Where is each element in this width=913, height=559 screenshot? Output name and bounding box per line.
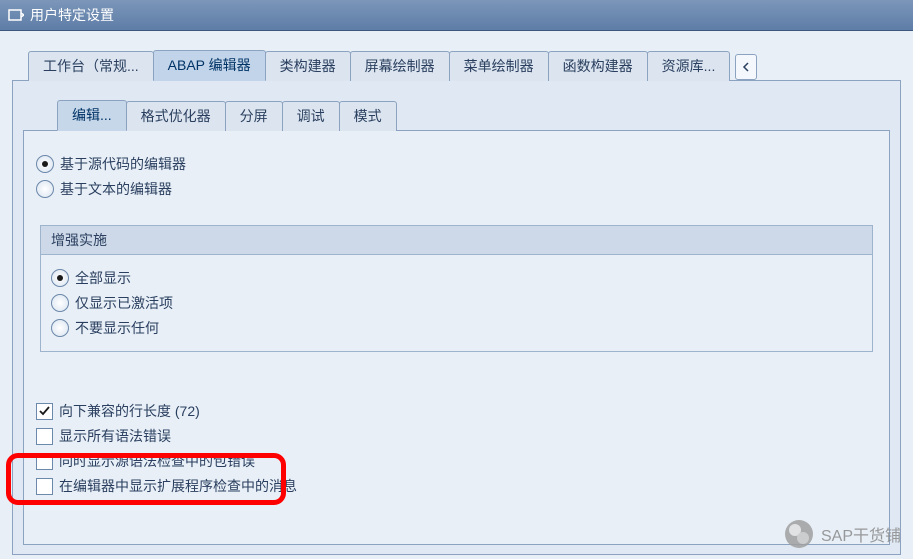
- sub-tabstrip: 编辑... 格式优化器 分屏 调试 模式: [57, 99, 890, 130]
- radio-source-based-editor-label: 基于源代码的编辑器: [60, 154, 186, 174]
- subtab-split-screen[interactable]: 分屏: [225, 101, 283, 131]
- wechat-icon: [785, 520, 813, 548]
- check-show-all-syntax-errors-label: 显示所有语法错误: [59, 426, 171, 446]
- tab-class-builder[interactable]: 类构建器: [265, 51, 351, 81]
- radio-text-based-editor-label: 基于文本的编辑器: [60, 179, 172, 199]
- tab-workbench-general[interactable]: 工作台（常规...: [28, 51, 154, 81]
- check-show-package-errors-label: 同时显示源语法检查中的包错误: [59, 451, 255, 471]
- check-line-length-72-label: 向下兼容的行长度 (72): [59, 401, 200, 421]
- check-show-extended-check-messages-label: 在编辑器中显示扩展程序检查中的消息: [59, 476, 297, 496]
- tab-menu-painter[interactable]: 菜单绘制器: [449, 51, 549, 81]
- radio-show-active-only[interactable]: [51, 294, 69, 312]
- group-enhancement: 增强实施 全部显示 仅显示已激活项 不要显示任何: [40, 225, 873, 352]
- radio-show-none[interactable]: [51, 319, 69, 337]
- sub-tab-panel: 基于源代码的编辑器 基于文本的编辑器 增强实施 全部显示 仅显示已激活项: [23, 130, 890, 545]
- tab-abap-editor[interactable]: ABAP 编辑器: [153, 50, 266, 81]
- subtab-pretty-printer[interactable]: 格式优化器: [126, 101, 226, 131]
- window-title: 用户特定设置: [30, 5, 114, 25]
- subtab-pattern[interactable]: 模式: [339, 101, 397, 131]
- app-icon: [8, 7, 24, 23]
- radio-show-none-label: 不要显示任何: [75, 318, 159, 338]
- watermark-text: SAP干货铺: [821, 522, 901, 546]
- radio-source-based-editor[interactable]: [36, 155, 54, 173]
- tab-screen-painter[interactable]: 屏幕绘制器: [350, 51, 450, 81]
- radio-show-active-only-label: 仅显示已激活项: [75, 293, 173, 313]
- top-tab-panel: 编辑... 格式优化器 分屏 调试 模式 基于源代码的编辑器 基于文本的编辑器 …: [12, 80, 901, 555]
- tab-function-builder[interactable]: 函数构建器: [548, 51, 648, 81]
- check-show-extended-check-messages[interactable]: [36, 478, 53, 495]
- watermark: SAP干货铺: [785, 520, 901, 548]
- tab-repository[interactable]: 资源库...: [647, 51, 731, 81]
- group-enhancement-title: 增强实施: [41, 226, 872, 255]
- radio-show-all-label: 全部显示: [75, 268, 131, 288]
- subtab-debug[interactable]: 调试: [282, 101, 340, 131]
- check-line-length-72[interactable]: [36, 403, 53, 420]
- tab-scroll-left-icon[interactable]: [735, 54, 757, 80]
- check-show-all-syntax-errors[interactable]: [36, 428, 53, 445]
- radio-text-based-editor[interactable]: [36, 180, 54, 198]
- radio-show-all[interactable]: [51, 269, 69, 287]
- subtab-edit[interactable]: 编辑...: [57, 100, 127, 131]
- titlebar: 用户特定设置: [0, 0, 913, 31]
- top-tabstrip: 工作台（常规... ABAP 编辑器 类构建器 屏幕绘制器 菜单绘制器 函数构建…: [28, 49, 907, 80]
- check-show-package-errors[interactable]: [36, 453, 53, 470]
